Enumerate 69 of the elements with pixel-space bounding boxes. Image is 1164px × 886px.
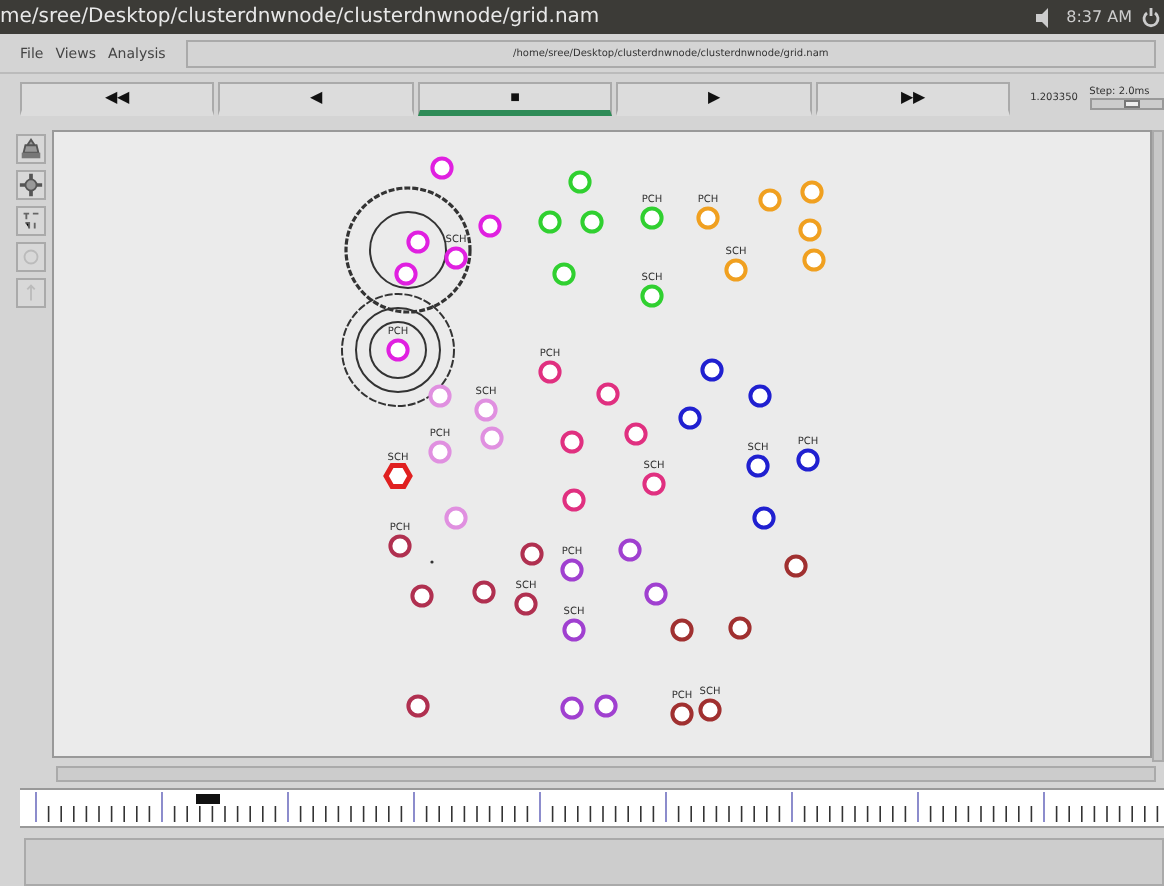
node[interactable] — [472, 580, 496, 604]
playback-button[interactable]: ■ — [417, 81, 613, 115]
node[interactable] — [618, 538, 642, 562]
vertical-scrollbar[interactable] — [1152, 130, 1164, 762]
node[interactable] — [640, 284, 664, 308]
node[interactable] — [798, 218, 822, 242]
playback-button[interactable]: ◀◀ — [20, 81, 215, 115]
node[interactable] — [560, 430, 584, 454]
node[interactable] — [430, 156, 454, 180]
slider-thumb[interactable] — [1124, 100, 1141, 108]
dot-mark — [430, 560, 434, 564]
node[interactable] — [478, 214, 502, 238]
node[interactable] — [724, 258, 748, 282]
node[interactable] — [428, 384, 452, 408]
node[interactable] — [698, 698, 722, 722]
node[interactable] — [520, 542, 544, 566]
text-tool-icon[interactable] — [16, 206, 46, 236]
node[interactable] — [406, 694, 430, 718]
node[interactable] — [700, 358, 724, 382]
node[interactable] — [394, 262, 418, 286]
node[interactable] — [560, 696, 584, 720]
timeline[interactable] — [20, 788, 1164, 828]
power-icon[interactable] — [1142, 7, 1160, 27]
playback-button[interactable]: ◀ — [218, 81, 414, 115]
node[interactable] — [758, 188, 782, 212]
node[interactable] — [480, 426, 504, 450]
node[interactable] — [642, 472, 666, 496]
node[interactable] — [596, 382, 620, 406]
node[interactable] — [552, 262, 576, 286]
node[interactable] — [594, 694, 618, 718]
playback-button[interactable]: ▶ — [616, 81, 812, 115]
node[interactable] — [624, 422, 648, 446]
time-marker-icon[interactable] — [196, 794, 220, 804]
window-title: me/sree/Desktop/clusterdnwnode/clusterdnwnode/grid.nam — [0, 6, 600, 28]
node[interactable] — [568, 170, 592, 194]
playback-button[interactable]: ▶▶ — [815, 81, 1011, 115]
node[interactable] — [784, 554, 808, 578]
node[interactable] — [580, 210, 604, 234]
node[interactable] — [444, 506, 468, 530]
node[interactable] — [670, 702, 694, 726]
node[interactable] — [406, 230, 430, 254]
clock: 8:37 AM — [1066, 8, 1132, 26]
node[interactable] — [428, 440, 452, 464]
node[interactable] — [800, 180, 824, 204]
node[interactable] — [728, 616, 752, 640]
node[interactable] — [802, 248, 826, 272]
node[interactable] — [644, 582, 668, 606]
node[interactable] — [386, 338, 410, 362]
node[interactable] — [538, 210, 562, 234]
node[interactable] — [562, 618, 586, 642]
node[interactable] — [514, 592, 538, 616]
node[interactable] — [640, 206, 664, 230]
node[interactable] — [388, 534, 412, 558]
node[interactable] — [752, 506, 776, 530]
node[interactable] — [444, 246, 468, 270]
step-slider[interactable] — [1089, 98, 1164, 110]
node[interactable] — [538, 360, 562, 384]
node[interactable] — [474, 398, 498, 422]
node[interactable] — [670, 618, 694, 642]
node[interactable] — [410, 584, 434, 608]
node[interactable] — [746, 454, 770, 478]
node[interactable] — [678, 406, 702, 430]
node[interactable] — [562, 488, 586, 512]
horizontal-scrollbar[interactable] — [56, 766, 1156, 782]
node[interactable] — [383, 463, 413, 489]
node[interactable] — [696, 206, 720, 230]
node[interactable] — [560, 558, 584, 582]
node[interactable] — [748, 384, 772, 408]
node[interactable] — [796, 448, 820, 472]
